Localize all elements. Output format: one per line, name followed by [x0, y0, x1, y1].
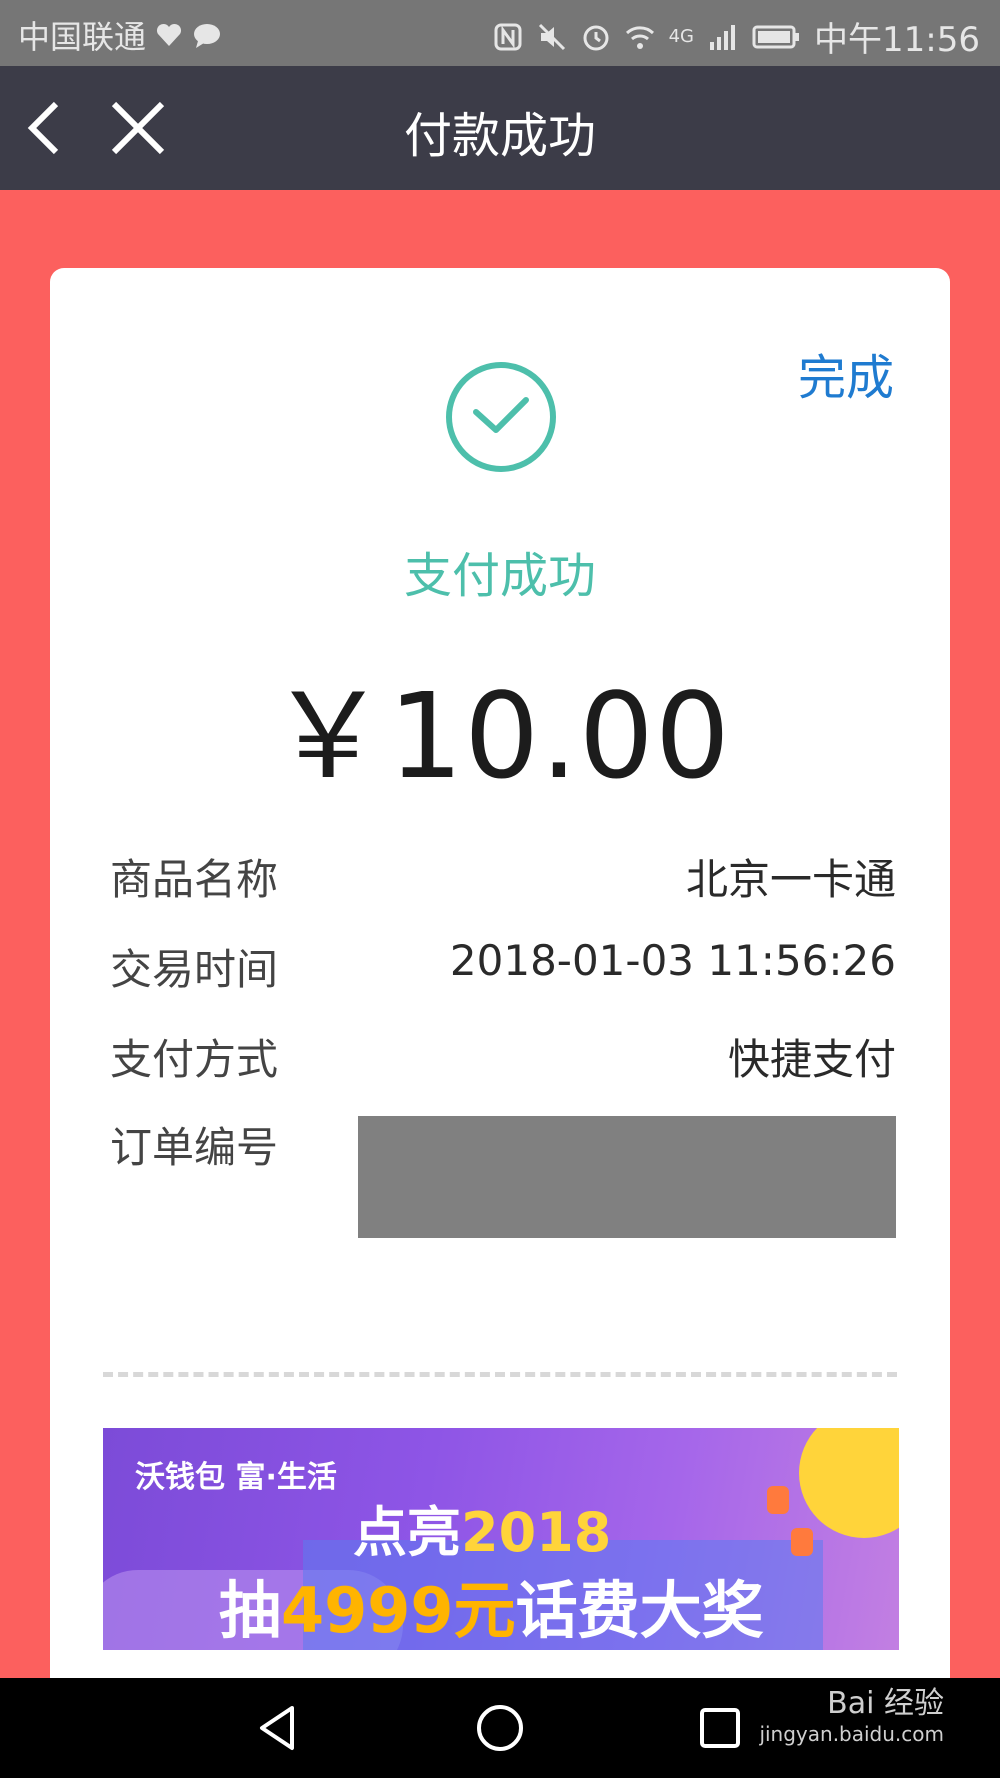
banner-prize-amount: 4999元 [281, 1574, 516, 1647]
nfc-icon [494, 23, 522, 50]
message-icon [194, 24, 221, 48]
banner-year: 2018 [461, 1501, 612, 1564]
banner-subline-prefix: 抽 [219, 1574, 282, 1647]
back-triangle-icon[interactable] [250, 1698, 310, 1758]
battery-icon [752, 25, 800, 48]
done-button[interactable]: 完成 [798, 338, 894, 408]
lantern-decoration [767, 1486, 789, 1514]
carrier-label: 中国联通 [18, 18, 147, 56]
payment-amount: ￥10.00 [269, 667, 731, 805]
lantern-decoration [791, 1528, 813, 1556]
divider [103, 1372, 897, 1377]
detail-value: 2018-01-03 11:56:26 [449, 936, 896, 985]
watermark: Bai 经验 jingyan.baidu.com [759, 1686, 944, 1746]
nav-bar: 付款成功 [0, 66, 1000, 190]
status-bar: 中国联通 4G 中午11:56 [0, 0, 1000, 66]
detail-row-time: 交易时间 2018-01-03 11:56:26 [110, 936, 896, 996]
home-circle-icon[interactable] [470, 1698, 530, 1758]
health-icon [156, 23, 182, 46]
payment-status-text: 支付成功 [403, 548, 596, 604]
detail-label: 商品名称 [110, 855, 279, 904]
banner-headline: 点亮2018 [353, 1488, 611, 1567]
detail-value: 快捷支付 [727, 1035, 896, 1084]
payment-result-card: 完成 支付成功 ￥10.00 商品名称 北京一卡通 交易时间 2018-01-0… [50, 268, 950, 1698]
banner-brand: 沃钱包 富·生活 [135, 1460, 337, 1495]
signal-icon [710, 24, 736, 50]
detail-label: 支付方式 [110, 1035, 279, 1084]
sun-decoration [799, 1428, 899, 1538]
network-type-label: 4G [668, 26, 695, 47]
alarm-icon [583, 25, 609, 50]
banner-subline-suffix: 话费大奖 [515, 1574, 764, 1647]
clock-label: 中午11:56 [814, 20, 980, 60]
banner-subline: 抽4999元话费大奖 [219, 1560, 764, 1650]
detail-label: 交易时间 [110, 945, 279, 994]
watermark-brand: Bai 经验 [827, 1686, 944, 1721]
order-number-redacted [358, 1116, 896, 1238]
recents-square-icon[interactable] [690, 1698, 750, 1758]
detail-value: 北京一卡通 [685, 855, 896, 904]
wifi-icon [625, 25, 654, 49]
page-title: 付款成功 [403, 108, 596, 164]
detail-label: 订单编号 [110, 1123, 279, 1172]
banner-headline-prefix: 点亮 [353, 1501, 461, 1564]
mute-icon [538, 23, 565, 50]
detail-row-product: 商品名称 北京一卡通 [110, 846, 896, 906]
promo-banner[interactable]: 沃钱包 富·生活 点亮2018 抽4999元话费大奖 [103, 1428, 899, 1650]
system-nav-bar: Bai 经验 jingyan.baidu.com [0, 1678, 1000, 1778]
detail-row-method: 支付方式 快捷支付 [110, 1026, 896, 1086]
success-check-icon [446, 362, 556, 472]
watermark-url: jingyan.baidu.com [759, 1722, 944, 1746]
